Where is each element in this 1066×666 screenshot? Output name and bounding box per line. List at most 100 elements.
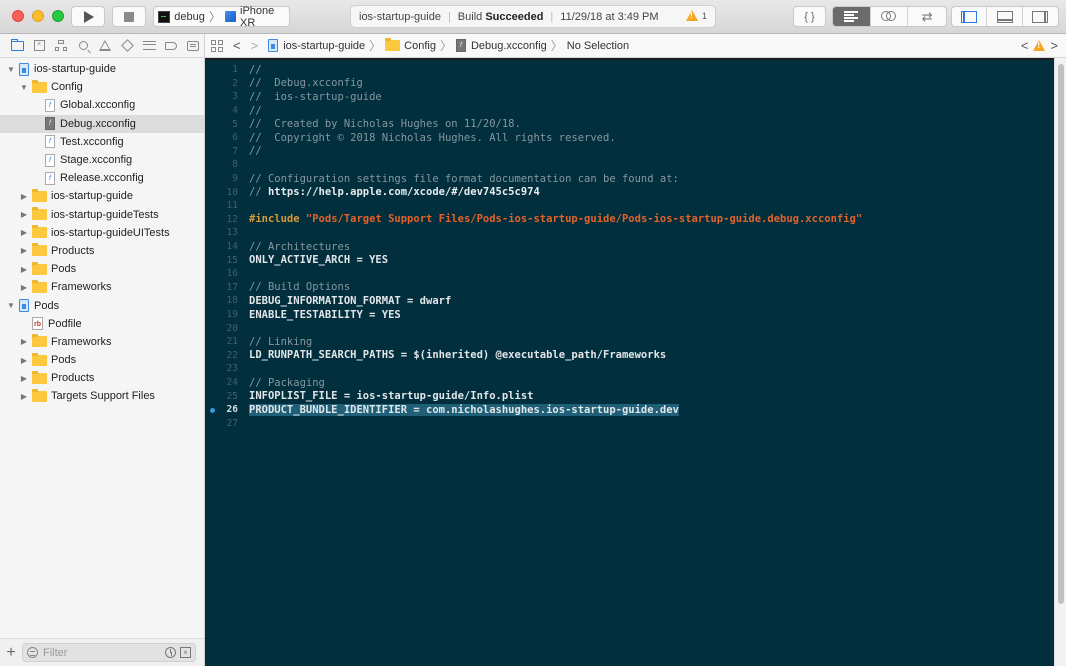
navigator-item[interactable]: ▼ Config (0, 78, 204, 96)
breadcrumb-symbol[interactable]: No Selection (567, 40, 629, 52)
library-button[interactable]: { } (793, 6, 826, 27)
navigator-item[interactable]: ▶ Targets Support Files (0, 387, 204, 405)
version-editor-button[interactable]: ⇄ (908, 7, 946, 26)
previous-issue-button[interactable]: < (1021, 38, 1029, 53)
navigator-item[interactable]: f Stage.xcconfig (0, 151, 204, 169)
code-line[interactable]: 14 // Architectures (205, 240, 1054, 254)
navigator-item[interactable]: ▶ Frameworks (0, 333, 204, 351)
disclosure-closed-icon[interactable]: ▶ (19, 265, 29, 274)
tab-test-navigator[interactable] (116, 37, 138, 55)
disclosure-closed-icon[interactable]: ▶ (19, 374, 29, 383)
code-line[interactable]: 3 // ios-startup-guide (205, 90, 1054, 104)
code-line[interactable]: 22 LD_RUNPATH_SEARCH_PATHS = $(inherited)… (205, 349, 1054, 363)
code-line[interactable]: 2 // Debug.xcconfig (205, 77, 1054, 91)
code-line[interactable]: 13 (205, 226, 1054, 240)
stop-button[interactable] (112, 6, 146, 27)
disclosure-closed-icon[interactable]: ▶ (19, 356, 29, 365)
code-line[interactable]: 27 (205, 417, 1054, 431)
code-line[interactable]: 1 // (205, 63, 1054, 77)
filter-field[interactable]: × (22, 643, 196, 662)
toggle-navigator-button[interactable] (952, 7, 988, 26)
toggle-debug-area-button[interactable] (987, 7, 1023, 26)
disclosure-closed-icon[interactable]: ▶ (19, 283, 29, 292)
code-line[interactable]: 24 // Packaging (205, 376, 1054, 390)
tab-find-navigator[interactable] (72, 37, 94, 55)
next-issue-button[interactable]: > (1050, 38, 1058, 53)
code-line[interactable]: 10 // https://help.apple.com/xcode/#/dev7… (205, 185, 1054, 199)
breadcrumb-file[interactable]: f Debug.xcconfig (455, 39, 547, 52)
assistant-editor-button[interactable] (871, 7, 909, 26)
code-line[interactable]: 9 // Configuration settings file format d… (205, 172, 1054, 186)
disclosure-closed-icon[interactable]: ▶ (19, 210, 29, 219)
close-window-button[interactable] (12, 10, 24, 22)
warning-icon[interactable] (1033, 40, 1046, 51)
tab-debug-navigator[interactable] (138, 37, 160, 55)
related-items-icon[interactable] (211, 39, 223, 52)
code-line[interactable]: 26 PRODUCT_BUNDLE_IDENTIFIER = com.nichol… (205, 403, 1054, 417)
code-line[interactable]: 19 ENABLE_TESTABILITY = YES (205, 308, 1054, 322)
navigator-item[interactable]: f Release.xcconfig (0, 169, 204, 187)
minimize-window-button[interactable] (32, 10, 44, 22)
code-line[interactable]: 12 #include "Pods/Target Support Files/Po… (205, 213, 1054, 227)
scheme-name[interactable]: debug (174, 11, 205, 23)
code-line[interactable]: 7 // (205, 145, 1054, 159)
device-name[interactable]: iPhone XR (240, 5, 289, 29)
navigator-item[interactable]: f Debug.xcconfig (0, 114, 204, 133)
code-line[interactable]: 23 (205, 362, 1054, 376)
scrollbar-thumb[interactable] (1058, 64, 1064, 604)
filter-input[interactable] (43, 646, 163, 659)
code-line[interactable]: 16 (205, 267, 1054, 281)
disclosure-closed-icon[interactable]: ▶ (19, 228, 29, 237)
tab-breakpoint-navigator[interactable] (160, 37, 182, 55)
disclosure-open-icon[interactable]: ▼ (19, 83, 29, 92)
breadcrumb-project[interactable]: ios-startup-guide (268, 39, 365, 52)
navigator-item[interactable]: ▶ Frameworks (0, 278, 204, 296)
navigator-item[interactable]: ▶ ios-startup-guideTests (0, 206, 204, 224)
navigator-item[interactable]: ▼ Pods (0, 296, 204, 314)
breadcrumb-folder[interactable]: Config (385, 38, 436, 52)
disclosure-closed-icon[interactable]: ▶ (19, 392, 29, 401)
source-control-filter-icon[interactable]: × (180, 647, 191, 658)
tab-issue-navigator[interactable] (94, 37, 116, 55)
navigator-item[interactable]: ▶ Products (0, 369, 204, 387)
code-line[interactable]: 15 ONLY_ACTIVE_ARCH = YES (205, 253, 1054, 267)
toggle-inspectors-button[interactable] (1023, 7, 1058, 26)
code-line[interactable]: 4 // (205, 104, 1054, 118)
navigator-item[interactable]: ▶ ios-startup-guideUITests (0, 224, 204, 242)
code-line[interactable]: 25 INFOPLIST_FILE = ios-startup-guide/Inf… (205, 389, 1054, 403)
disclosure-open-icon[interactable]: ▼ (6, 301, 16, 310)
warning-indicator[interactable]: 1 (685, 10, 707, 21)
code-line[interactable]: 5 // Created by Nicholas Hughes on 11/20/… (205, 117, 1054, 131)
code-line[interactable]: 20 (205, 321, 1054, 335)
navigator-item[interactable]: f Global.xcconfig (0, 96, 204, 114)
add-button[interactable]: + (0, 644, 22, 662)
tab-source-control-navigator[interactable]: × (28, 37, 50, 55)
source-editor[interactable]: 1 // 2 // Debug.xcconfig 3 // ios-startup-gui… (205, 58, 1054, 666)
navigator-item[interactable]: f Test.xcconfig (0, 133, 204, 151)
standard-editor-button[interactable] (833, 7, 871, 26)
zoom-window-button[interactable] (52, 10, 64, 22)
navigator-item[interactable]: ▶ ios-startup-guide (0, 187, 204, 205)
code-line[interactable]: 21 // Linking (205, 335, 1054, 349)
code-line[interactable]: 17 // Build Options (205, 281, 1054, 295)
navigator-item[interactable]: ▶ Pods (0, 260, 204, 278)
disclosure-closed-icon[interactable]: ▶ (19, 192, 29, 201)
navigator-item[interactable]: ▼ ios-startup-guide (0, 60, 204, 78)
tab-project-navigator[interactable] (6, 37, 28, 55)
disclosure-closed-icon[interactable]: ▶ (19, 246, 29, 255)
disclosure-closed-icon[interactable]: ▶ (19, 337, 29, 346)
scheme-selector[interactable]: debug 〉 iPhone XR (153, 5, 290, 29)
code-line[interactable]: 11 (205, 199, 1054, 213)
navigator-item[interactable]: ▶ Products (0, 242, 204, 260)
disclosure-open-icon[interactable]: ▼ (6, 65, 16, 74)
forward-button[interactable]: > (251, 38, 259, 53)
code-line[interactable]: 6 // Copyright © 2018 Nicholas Hughes. Al… (205, 131, 1054, 145)
tab-symbol-navigator[interactable] (50, 37, 72, 55)
run-button[interactable] (71, 6, 105, 27)
navigator-item[interactable]: ▶ Pods (0, 351, 204, 369)
vertical-scrollbar[interactable] (1054, 58, 1066, 666)
back-button[interactable]: < (233, 38, 241, 53)
recent-files-icon[interactable] (165, 647, 176, 658)
navigator-item[interactable]: rb Podfile (0, 315, 204, 333)
tab-report-navigator[interactable] (182, 37, 204, 55)
